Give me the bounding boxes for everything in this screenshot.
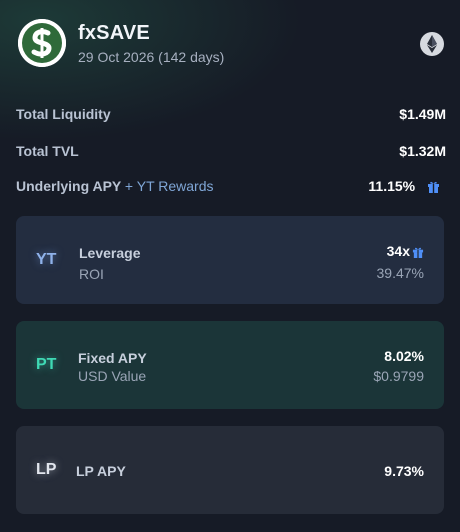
fixed-apy-value: 8.02%	[384, 348, 424, 364]
leverage-value: 34x	[386, 243, 410, 259]
yt-badge: YT	[36, 251, 57, 268]
usd-value: $0.9799	[373, 368, 424, 384]
pt-badge: PT	[36, 356, 57, 373]
ethereum-icon[interactable]	[420, 32, 444, 56]
gift-icon[interactable]	[427, 180, 440, 196]
yt-card[interactable]: YT Leverage ROI 34x 39.47%	[16, 216, 444, 304]
fixed-apy-label: Fixed APY	[78, 350, 147, 366]
gift-icon[interactable]	[412, 245, 424, 261]
roi-value: 39.47%	[376, 265, 424, 281]
fxsave-logo-icon	[18, 19, 66, 67]
total-tvl-row: Total TVL $1.32M	[16, 143, 446, 163]
yt-rewards-text[interactable]: + YT Rewards	[125, 178, 214, 194]
leverage-value-group: 34x	[387, 243, 424, 261]
maturity-date: 29 Oct 2026 (142 days)	[78, 49, 225, 65]
market-title: fxSAVE	[78, 22, 150, 44]
pt-card[interactable]: PT Fixed APY USD Value 8.02% $0.9799	[16, 321, 444, 409]
underlying-apy-text: Underlying APY	[16, 178, 122, 194]
usd-value-label: USD Value	[78, 368, 147, 384]
lp-badge: LP	[36, 461, 57, 478]
lp-apy-label: LP APY	[76, 463, 126, 479]
total-liquidity-label: Total Liquidity	[16, 106, 111, 122]
total-tvl-value: $1.32M	[399, 143, 446, 159]
lp-apy-value: 9.73%	[384, 463, 424, 479]
roi-label: ROI	[79, 266, 104, 282]
leverage-label: Leverage	[79, 245, 141, 261]
market-header: fxSAVE 29 Oct 2026 (142 days)	[18, 19, 446, 67]
underlying-apy-value: 11.15%	[368, 178, 416, 194]
underlying-apy-label: Underlying APY + YT Rewards	[16, 178, 214, 194]
total-tvl-label: Total TVL	[16, 143, 79, 159]
total-liquidity-value: $1.49M	[399, 106, 446, 122]
underlying-apy-row: Underlying APY + YT Rewards 11.15%	[16, 178, 446, 198]
lp-card[interactable]: LP LP APY 9.73%	[16, 426, 444, 514]
total-liquidity-row: Total Liquidity $1.49M	[16, 106, 446, 126]
underlying-apy-value-group: 11.15%	[368, 178, 440, 196]
